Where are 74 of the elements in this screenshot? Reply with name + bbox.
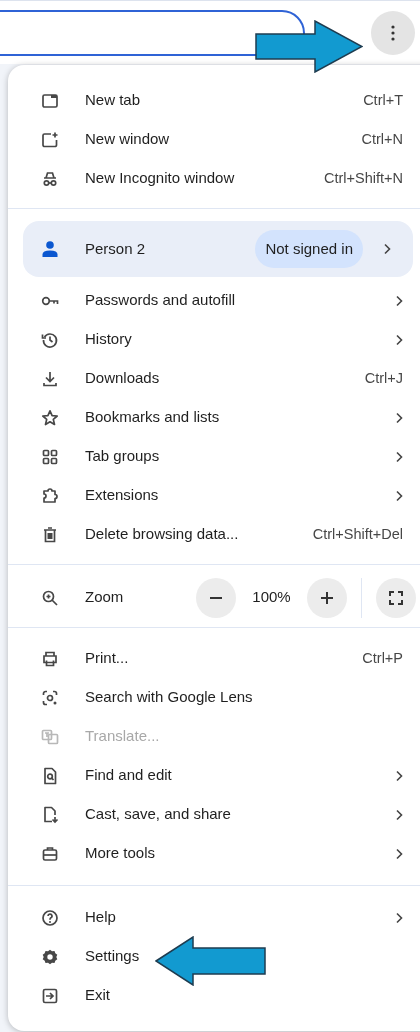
keyboard-shortcut: Ctrl+Shift+Del — [312, 524, 403, 544]
menu-item-label: More tools — [85, 843, 156, 864]
menu-item[interactable]: Downloads Ctrl+J — [8, 359, 420, 398]
sign-in-status-badge: Not signed in — [255, 230, 363, 268]
menu-item-label: Extensions — [85, 485, 159, 506]
settings-icon — [41, 947, 59, 966]
toolbox-icon — [41, 844, 59, 863]
minus-icon — [210, 596, 222, 599]
menu-item-label: New Incognito window — [85, 168, 235, 189]
menu-item[interactable]: Help — [8, 898, 420, 937]
find-in-page-icon — [41, 766, 59, 785]
keyboard-shortcut: Ctrl+T — [363, 90, 403, 110]
grid-icon — [41, 447, 59, 466]
help-icon — [41, 908, 59, 927]
menu-item[interactable]: Settings — [8, 937, 420, 976]
keyboard-shortcut: Ctrl+Shift+N — [324, 168, 403, 188]
menu-item-label: New tab — [85, 90, 141, 111]
menu-item-label: Downloads — [85, 368, 160, 389]
menu-item-label: Passwords and autofill — [85, 290, 236, 311]
plus-icon — [321, 591, 333, 604]
exit-icon — [41, 986, 59, 1005]
menu-item-label: Help — [85, 907, 116, 928]
menu-item-label: Search with Google Lens — [85, 687, 253, 708]
document-share-icon — [41, 805, 59, 824]
menu-item[interactable]: More tools — [8, 834, 420, 873]
history-icon — [41, 330, 59, 349]
star-icon — [41, 408, 59, 427]
menu-item[interactable]: Bookmarks and lists — [8, 398, 420, 437]
fullscreen-icon — [389, 590, 403, 605]
printer-icon — [41, 649, 59, 668]
menu-item[interactable]: New window Ctrl+N — [8, 120, 420, 159]
menu-item-label: Translate... — [85, 726, 160, 747]
zoom-label: Zoom — [85, 587, 124, 608]
menu-item[interactable]: Find and edit — [8, 756, 420, 795]
menu-item-label: Tab groups — [85, 446, 160, 467]
menu-item[interactable]: New Incognito window Ctrl+Shift+N — [8, 159, 420, 198]
menu-item[interactable]: Delete browsing data... Ctrl+Shift+Del — [8, 515, 420, 554]
zoom-icon — [41, 588, 59, 607]
menu-item[interactable]: History — [8, 320, 420, 359]
puzzle-icon — [41, 486, 59, 505]
menu-item[interactable]: Cast, save, and share — [8, 795, 420, 834]
menu-item-label: Print... — [85, 648, 129, 669]
zoom-in-button[interactable] — [307, 577, 347, 618]
keyboard-shortcut: Ctrl+N — [361, 129, 403, 149]
translate-icon — [41, 727, 59, 746]
menu-item[interactable]: Exit — [8, 976, 420, 1015]
menu-item[interactable]: Passwords and autofill — [8, 281, 420, 320]
new-tab-icon — [41, 91, 59, 110]
lens-icon — [41, 688, 59, 707]
person-icon — [41, 240, 59, 258]
menu-item-label: Bookmarks and lists — [85, 407, 220, 428]
menu-item-label: Settings — [85, 946, 140, 967]
menu-item[interactable]: Search with Google Lens — [8, 678, 420, 717]
profile-name: Person 2 — [85, 238, 146, 259]
new-window-icon — [41, 130, 59, 149]
download-icon — [41, 369, 59, 388]
menu-item-label: Find and edit — [85, 765, 172, 786]
menu-item-label: Cast, save, and share — [85, 804, 231, 825]
menu-item[interactable]: Tab groups — [8, 437, 420, 476]
zoom-level: 100% — [251, 587, 292, 608]
menu-item-label: History — [85, 329, 132, 350]
menu-item-label: Exit — [85, 985, 110, 1006]
keyboard-shortcut: Ctrl+J — [364, 368, 403, 388]
menu-item[interactable]: New tab Ctrl+T — [8, 81, 420, 120]
menu-item[interactable]: Extensions — [8, 476, 420, 515]
menu-item-label: Delete browsing data... — [85, 524, 239, 545]
profile-row[interactable]: Person 2 Not signed in — [23, 221, 413, 277]
keyboard-shortcut: Ctrl+P — [362, 648, 403, 668]
incognito-icon — [41, 169, 59, 188]
menu-item-label: New window — [85, 129, 170, 150]
fullscreen-button[interactable] — [376, 577, 416, 618]
trash-icon — [41, 525, 59, 544]
menu-item[interactable]: Print... Ctrl+P — [8, 639, 420, 678]
more-vertical-icon — [391, 24, 395, 41]
